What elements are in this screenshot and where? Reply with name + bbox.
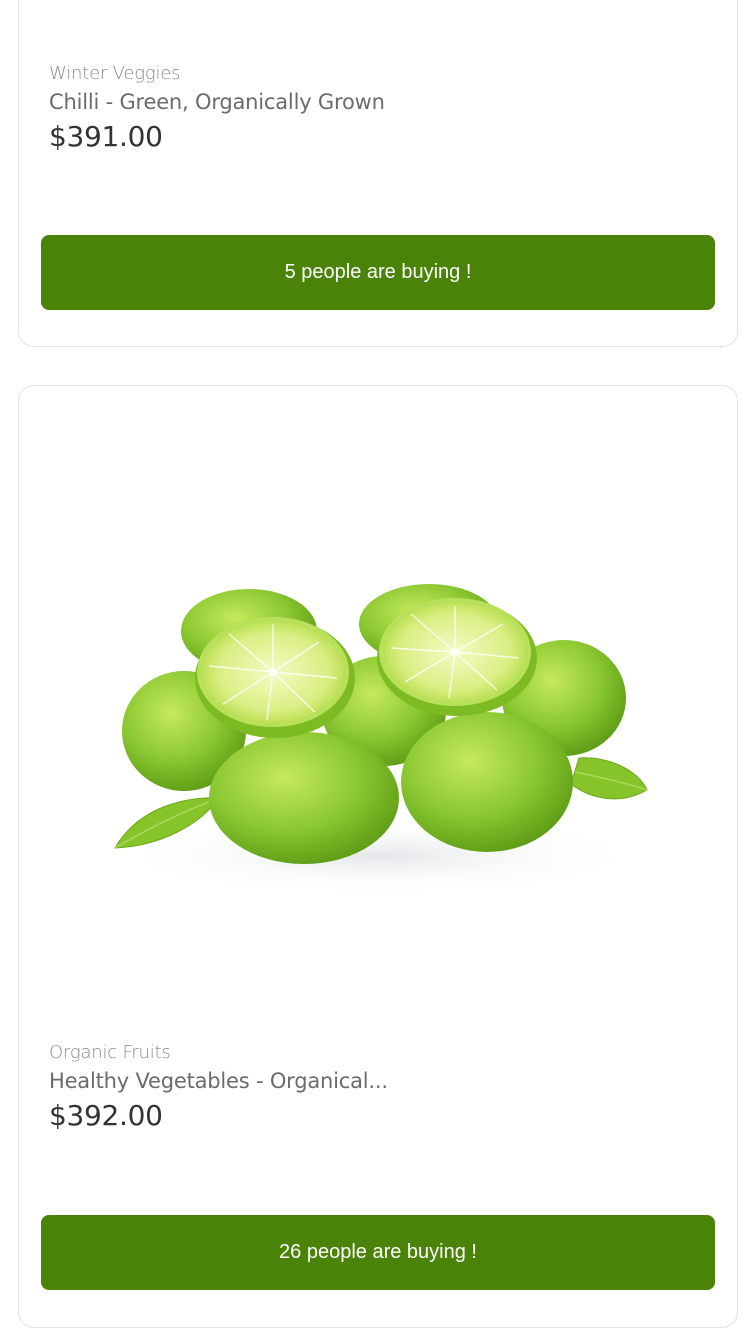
- buying-now-button[interactable]: 5 people are buying !: [41, 235, 715, 310]
- product-list: Winter Veggies Chilli - Green, Organical…: [0, 0, 756, 1338]
- product-info: Organic Fruits Healthy Vegetables - Orga…: [49, 1042, 707, 1132]
- product-card[interactable]: Organic Fruits Healthy Vegetables - Orga…: [18, 385, 738, 1328]
- product-price: $391.00: [49, 120, 163, 153]
- product-card[interactable]: Winter Veggies Chilli - Green, Organical…: [18, 0, 738, 347]
- product-title[interactable]: Chilli - Green, Organically Grown: [49, 90, 707, 114]
- product-info: Winter Veggies Chilli - Green, Organical…: [49, 63, 707, 153]
- buying-now-button[interactable]: 26 people are buying !: [41, 1215, 715, 1290]
- product-category: Winter Veggies: [49, 63, 181, 84]
- product-category: Organic Fruits: [49, 1042, 171, 1063]
- product-price: $392.00: [49, 1099, 163, 1132]
- product-image[interactable]: [19, 386, 737, 1036]
- limes-image: [109, 584, 649, 896]
- product-title[interactable]: Healthy Vegetables - Organical...: [49, 1069, 707, 1093]
